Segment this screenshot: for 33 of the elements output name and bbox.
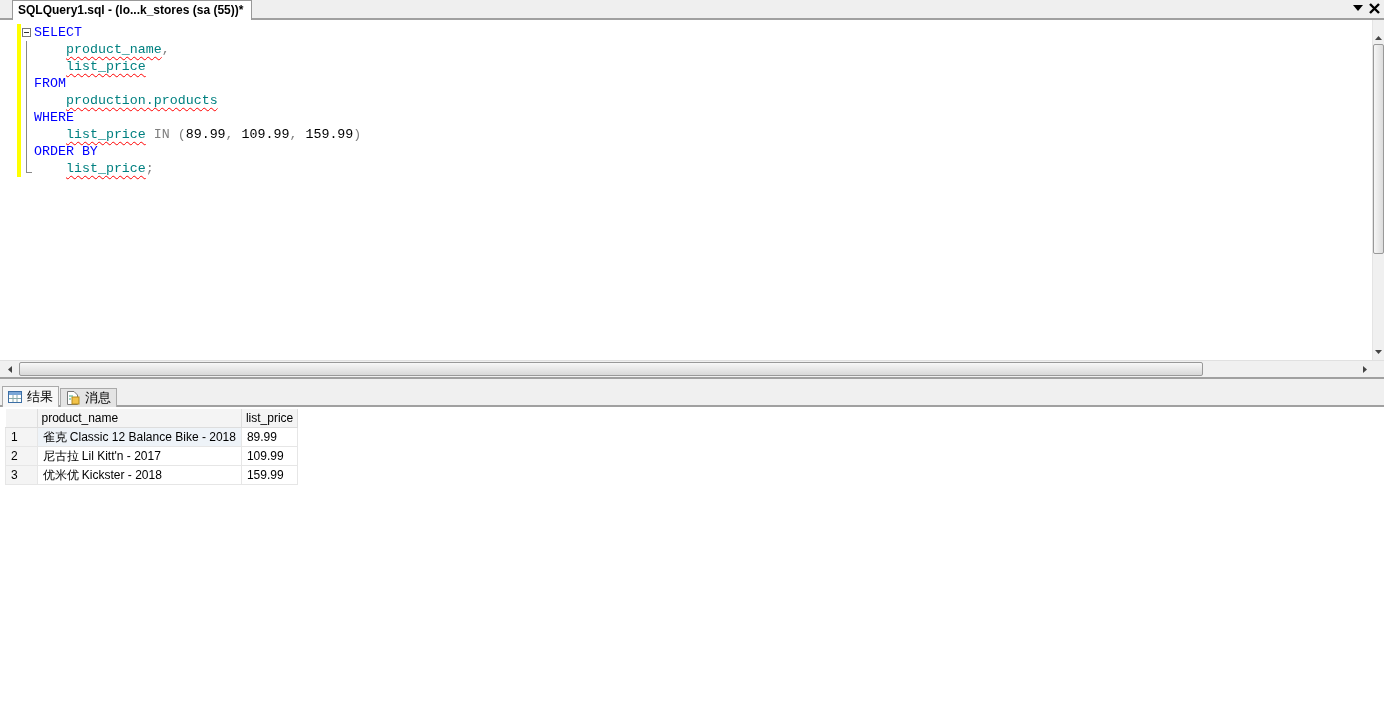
code-line: product_name, (66, 41, 170, 58)
grid-corner (5, 409, 37, 428)
table-cell[interactable]: 109.99 (241, 446, 298, 466)
dropdown-icon[interactable] (1353, 5, 1363, 11)
document-icon (66, 391, 80, 405)
document-tab[interactable]: SQLQuery1.sql - (lo...k_stores (sa (55))* (12, 0, 253, 20)
table-cell[interactable]: 89.99 (241, 427, 298, 447)
column-header[interactable]: product_name (37, 409, 242, 428)
scroll-up-icon[interactable] (1375, 36, 1382, 40)
collapse-icon[interactable] (22, 28, 31, 37)
scroll-down-icon[interactable] (1375, 350, 1382, 354)
code-line: list_price (66, 58, 146, 75)
table-cell[interactable]: 159.99 (241, 465, 298, 485)
table-cell[interactable]: 尼古拉 Lil Kitt'n - 2017 (37, 446, 242, 466)
scroll-right-icon[interactable] (1363, 365, 1367, 373)
code-line: list_price IN (89.99, 109.99, 159.99) (66, 126, 362, 143)
result-tab[interactable]: 消息 (60, 388, 117, 407)
code-line: production.products (66, 92, 218, 109)
code-line: SELECT (34, 24, 82, 41)
grid-icon (8, 391, 22, 403)
close-icon[interactable] (1369, 2, 1380, 14)
code-line: list_price; (66, 160, 154, 177)
table-cell[interactable]: 优米优 Kickster - 2018 (37, 465, 242, 485)
scroll-left-icon[interactable] (8, 365, 12, 373)
code-line: WHERE (34, 109, 74, 126)
code-line: ORDER BY (34, 143, 98, 160)
vertical-scrollbar[interactable] (1372, 20, 1384, 360)
result-tab[interactable]: 结果 (2, 386, 59, 407)
scroll-thumb[interactable] (19, 362, 1203, 376)
scroll-thumb[interactable] (1373, 44, 1384, 254)
horizontal-scrollbar[interactable] (0, 360, 1384, 379)
code-line: FROM (34, 75, 66, 92)
column-header[interactable]: list_price (241, 409, 298, 428)
